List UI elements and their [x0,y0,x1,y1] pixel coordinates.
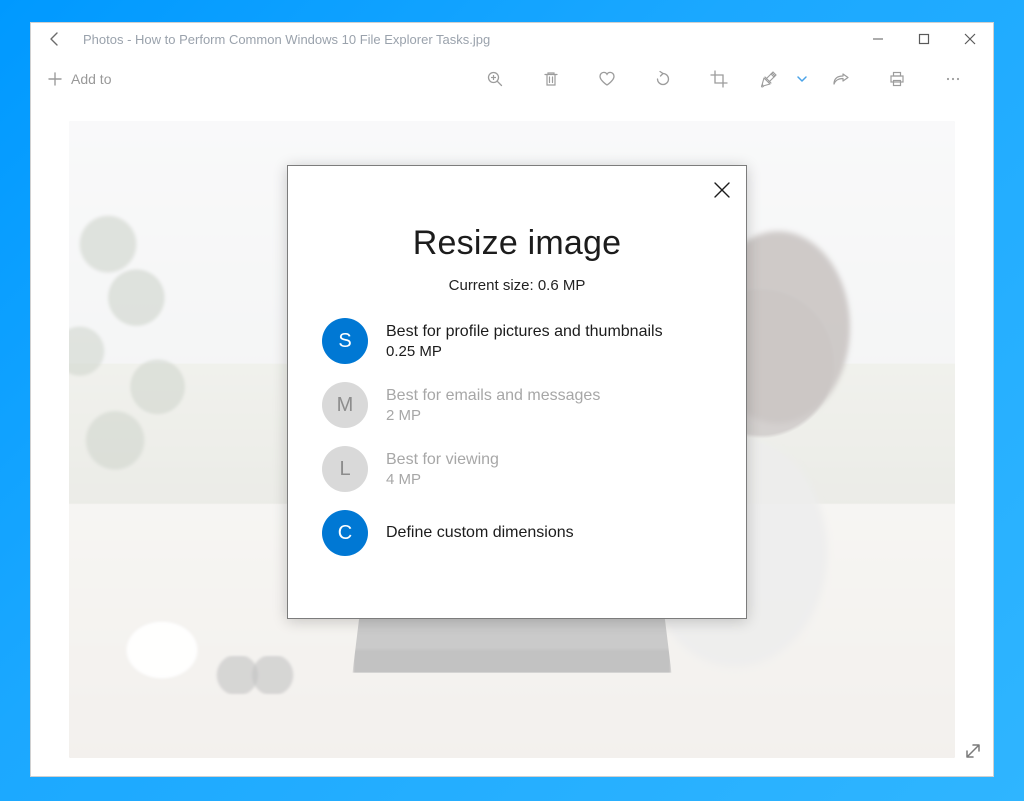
dialog-close-button[interactable] [712,180,732,205]
resize-options: S Best for profile pictures and thumbnai… [316,318,718,556]
option-label: Define custom dimensions [386,524,574,542]
delete-button[interactable] [523,55,579,103]
close-button[interactable] [947,23,993,55]
titlebar: Photos - How to Perform Common Windows 1… [31,23,993,55]
window-controls [855,23,993,55]
option-label: Best for emails and messages [386,387,600,405]
minimize-button[interactable] [855,23,901,55]
favorite-button[interactable] [579,55,635,103]
dialog-title: Resize image [316,224,718,263]
resize-dialog: Resize image Current size: 0.6 MP S Best… [287,165,747,619]
window-title: Photos - How to Perform Common Windows 1… [79,32,855,47]
fullscreen-icon [963,741,983,761]
toolbar: Add to [31,55,993,103]
photos-app-window: Photos - How to Perform Common Windows 1… [30,22,994,777]
crop-icon [710,70,728,88]
option-badge: S [322,318,368,364]
rotate-button[interactable] [635,55,691,103]
crop-button[interactable] [691,55,747,103]
share-icon [831,70,851,88]
fullscreen-button[interactable] [963,741,983,766]
option-sub: 4 MP [386,471,499,488]
toolbar-icons [467,55,981,103]
zoom-icon [486,70,504,88]
close-icon [712,180,732,200]
add-to-button[interactable]: Add to [39,71,119,87]
share-button[interactable] [813,55,869,103]
option-label: Best for profile pictures and thumbnails [386,323,663,341]
more-button[interactable] [925,55,981,103]
zoom-button[interactable] [467,55,523,103]
print-icon [888,70,906,88]
dialog-subtitle: Current size: 0.6 MP [316,277,718,294]
resize-option-large: L Best for viewing 4 MP [322,446,712,492]
chevron-down-icon [796,73,808,85]
edit-icon [759,70,779,88]
resize-option-custom[interactable]: C Define custom dimensions [322,510,712,556]
edit-button[interactable] [747,55,791,103]
option-badge: C [322,510,368,556]
resize-option-medium: M Best for emails and messages 2 MP [322,382,712,428]
option-label: Best for viewing [386,451,499,469]
back-button[interactable] [31,31,79,47]
maximize-button[interactable] [901,23,947,55]
more-icon [944,70,962,88]
add-to-label: Add to [71,71,111,87]
option-sub: 2 MP [386,407,600,424]
heart-icon [597,70,617,88]
trash-icon [542,70,560,88]
option-sub: 0.25 MP [386,343,663,360]
edit-dropdown[interactable] [791,55,813,103]
plus-icon [47,71,63,87]
option-badge: L [322,446,368,492]
option-badge: M [322,382,368,428]
print-button[interactable] [869,55,925,103]
resize-option-small[interactable]: S Best for profile pictures and thumbnai… [322,318,712,364]
rotate-icon [654,70,672,88]
